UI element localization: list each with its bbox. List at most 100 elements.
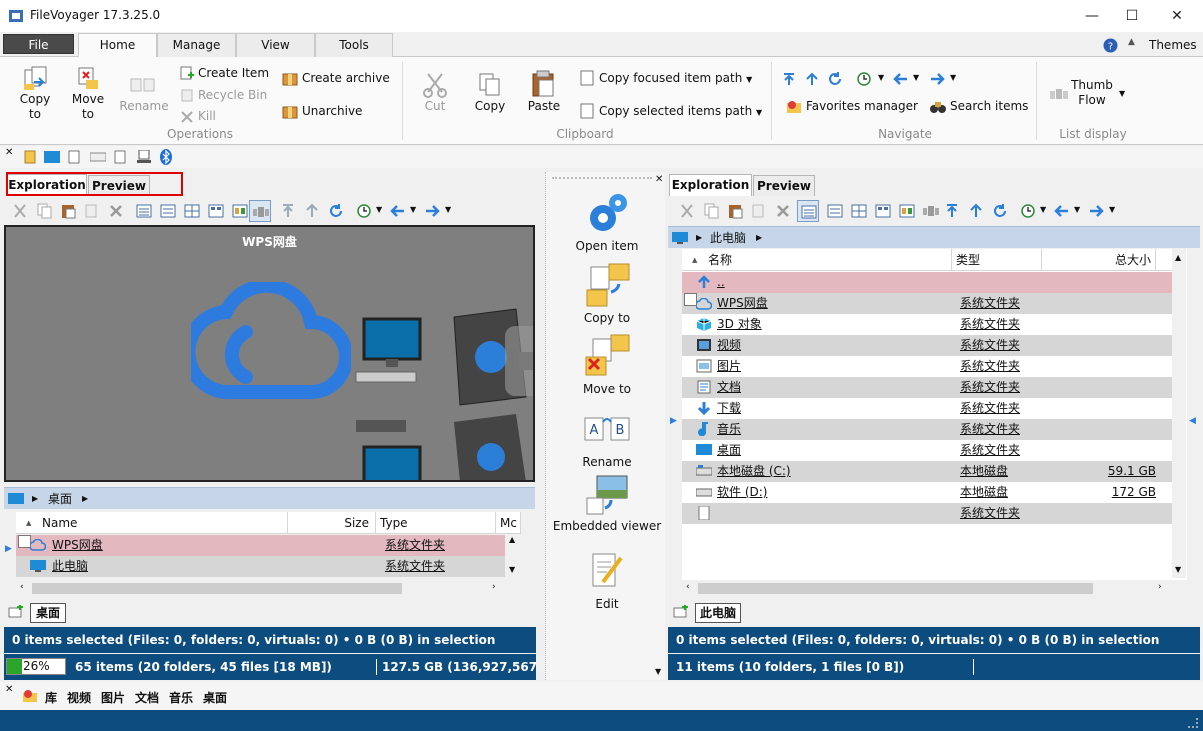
list-view-icon[interactable]: [160, 203, 176, 219]
delete-icon[interactable]: [775, 203, 791, 219]
table-row[interactable]: 系统文件夹: [682, 503, 1172, 524]
table-row[interactable]: 本地磁盘 (C:) 本地磁盘 59.1 GB: [682, 461, 1172, 482]
rename-button[interactable]: Rename: [118, 99, 170, 114]
forward-arrow-icon[interactable]: [424, 203, 440, 219]
refresh-icon[interactable]: [828, 72, 842, 86]
back-arrow-icon[interactable]: [390, 203, 406, 219]
dropdown-arrow-icon[interactable]: ▼: [1040, 205, 1046, 214]
up-arrow-icon[interactable]: [304, 203, 320, 219]
left-horizontal-scrollbar[interactable]: ‹ ›: [16, 580, 521, 597]
column-name[interactable]: 名称: [704, 249, 952, 271]
table-row[interactable]: 此电脑 系统文件夹: [16, 556, 505, 577]
scroll-thumb[interactable]: [698, 583, 1093, 594]
kill-button[interactable]: Kill: [198, 109, 216, 124]
column-type[interactable]: 类型: [952, 249, 1042, 271]
rename-icon[interactable]: [84, 203, 100, 219]
breadcrumb-chevron-icon[interactable]: ▶: [696, 227, 702, 249]
scroll-up-icon[interactable]: ▲: [1175, 253, 1181, 262]
table-row[interactable]: 下载 系统文件夹: [682, 398, 1172, 419]
top-icon[interactable]: [782, 72, 796, 86]
favorite-videos[interactable]: 视频: [67, 689, 91, 706]
copy-to-middle-button[interactable]: Copy to: [548, 262, 666, 325]
history-icon[interactable]: [857, 72, 871, 86]
table-row[interactable]: WPS网盘 系统文件夹: [16, 535, 505, 556]
right-address-bar[interactable]: ▶ 此电脑 ▶: [668, 226, 1200, 248]
breadcrumb-this-pc[interactable]: 此电脑: [710, 227, 746, 249]
drive-icon[interactable]: [90, 151, 106, 163]
copy-to-button[interactable]: Copy to: [14, 92, 56, 122]
forward-arrow-icon[interactable]: [1088, 203, 1104, 219]
column-more[interactable]: Mc: [496, 512, 521, 534]
copy-focused-path-button[interactable]: Copy focused item path ▼: [599, 71, 752, 87]
minimize-button[interactable]: —: [1082, 6, 1102, 26]
new-tab-icon[interactable]: [673, 605, 689, 619]
archive-drive-icon[interactable]: [24, 150, 36, 164]
thumbnails-view-icon[interactable]: [232, 203, 248, 219]
favorite-desktop[interactable]: 桌面: [203, 689, 227, 706]
forward-arrow-icon[interactable]: [929, 72, 945, 86]
copy-icon[interactable]: [703, 203, 719, 219]
list-view-icon[interactable]: [827, 203, 843, 219]
scroll-down-icon[interactable]: ▼: [655, 667, 661, 676]
favorite-documents[interactable]: 文档: [135, 689, 159, 706]
table-row[interactable]: WPS网盘 系统文件夹: [682, 293, 1172, 314]
dropdown-arrow-icon[interactable]: ▼: [1074, 205, 1080, 214]
tab-file[interactable]: File: [3, 34, 74, 54]
favorite-pictures[interactable]: 图片: [101, 689, 125, 706]
icons-view-icon[interactable]: [208, 203, 224, 219]
thumbnails-view-icon[interactable]: [899, 203, 915, 219]
embedded-viewer-button[interactable]: Embedded viewer: [548, 474, 666, 533]
scroll-down-icon[interactable]: ▼: [509, 565, 515, 574]
left-vertical-scrollbar[interactable]: ▲ ▼: [506, 535, 520, 578]
tab-view[interactable]: View: [236, 33, 315, 57]
right-bottom-tab-this-pc[interactable]: 此电脑: [695, 603, 741, 623]
copy-selected-path-button[interactable]: Copy selected items path ▼: [599, 104, 762, 120]
close-icon[interactable]: ✕: [5, 684, 13, 695]
flow-view-icon[interactable]: [923, 203, 939, 219]
details-view-toggle[interactable]: [797, 200, 819, 222]
breadcrumb-desktop[interactable]: 桌面: [48, 488, 72, 510]
top-icon[interactable]: [280, 203, 296, 219]
document-icon[interactable]: [68, 150, 80, 164]
delete-icon[interactable]: [108, 203, 124, 219]
bluetooth-icon[interactable]: [160, 149, 172, 165]
left-bottom-tab-desktop[interactable]: 桌面: [30, 603, 66, 623]
unarchive-button[interactable]: Unarchive: [302, 104, 362, 119]
tiles-view-icon[interactable]: [851, 203, 867, 219]
table-row[interactable]: 软件 (D:) 本地磁盘 172 GB: [682, 482, 1172, 503]
copy-button[interactable]: Copy: [470, 99, 510, 114]
favorites-manager-button[interactable]: Favorites manager: [806, 99, 918, 114]
history-icon[interactable]: [356, 203, 372, 219]
tab-tools[interactable]: Tools: [315, 33, 393, 57]
ribbon-collapse-icon[interactable]: ▲: [1128, 37, 1135, 47]
middle-close-icon[interactable]: ✕: [655, 174, 663, 185]
history-icon[interactable]: [1020, 203, 1036, 219]
up-arrow-icon[interactable]: [968, 203, 984, 219]
recycle-bin-button[interactable]: Recycle Bin: [198, 88, 267, 103]
refresh-icon[interactable]: [992, 203, 1008, 219]
dropdown-arrow-icon[interactable]: ▼: [878, 73, 884, 82]
edit-button[interactable]: Edit: [548, 552, 666, 611]
dropdown-arrow-icon[interactable]: ▼: [1119, 89, 1125, 98]
refresh-icon[interactable]: [328, 203, 344, 219]
right-pane-expand-icon[interactable]: ▶: [670, 416, 677, 426]
paste-icon[interactable]: [60, 203, 76, 219]
dropdown-arrow-icon[interactable]: ▼: [376, 205, 382, 214]
table-row[interactable]: ..: [682, 272, 1172, 293]
paste-icon[interactable]: [727, 203, 743, 219]
scroll-down-icon[interactable]: ▼: [1175, 565, 1181, 574]
close-icon[interactable]: ✕: [5, 147, 13, 158]
dropdown-arrow-icon[interactable]: ▼: [950, 73, 956, 82]
open-item-button[interactable]: Open item: [548, 190, 666, 253]
scroll-right-icon[interactable]: ›: [1158, 582, 1162, 592]
left-address-bar[interactable]: ▶ 桌面 ▶: [4, 487, 535, 509]
column-type[interactable]: Type: [376, 512, 496, 534]
network-icon[interactable]: [137, 150, 151, 164]
scroll-up-icon[interactable]: ▲: [509, 535, 515, 544]
dropdown-arrow-icon[interactable]: ▼: [445, 205, 451, 214]
breadcrumb-chevron-icon[interactable]: ▶: [82, 488, 88, 510]
rename-middle-button[interactable]: AB Rename: [548, 412, 666, 469]
icons-view-icon[interactable]: [875, 203, 891, 219]
help-icon[interactable]: ?: [1103, 38, 1118, 53]
table-row[interactable]: 3D 对象 系统文件夹: [682, 314, 1172, 335]
